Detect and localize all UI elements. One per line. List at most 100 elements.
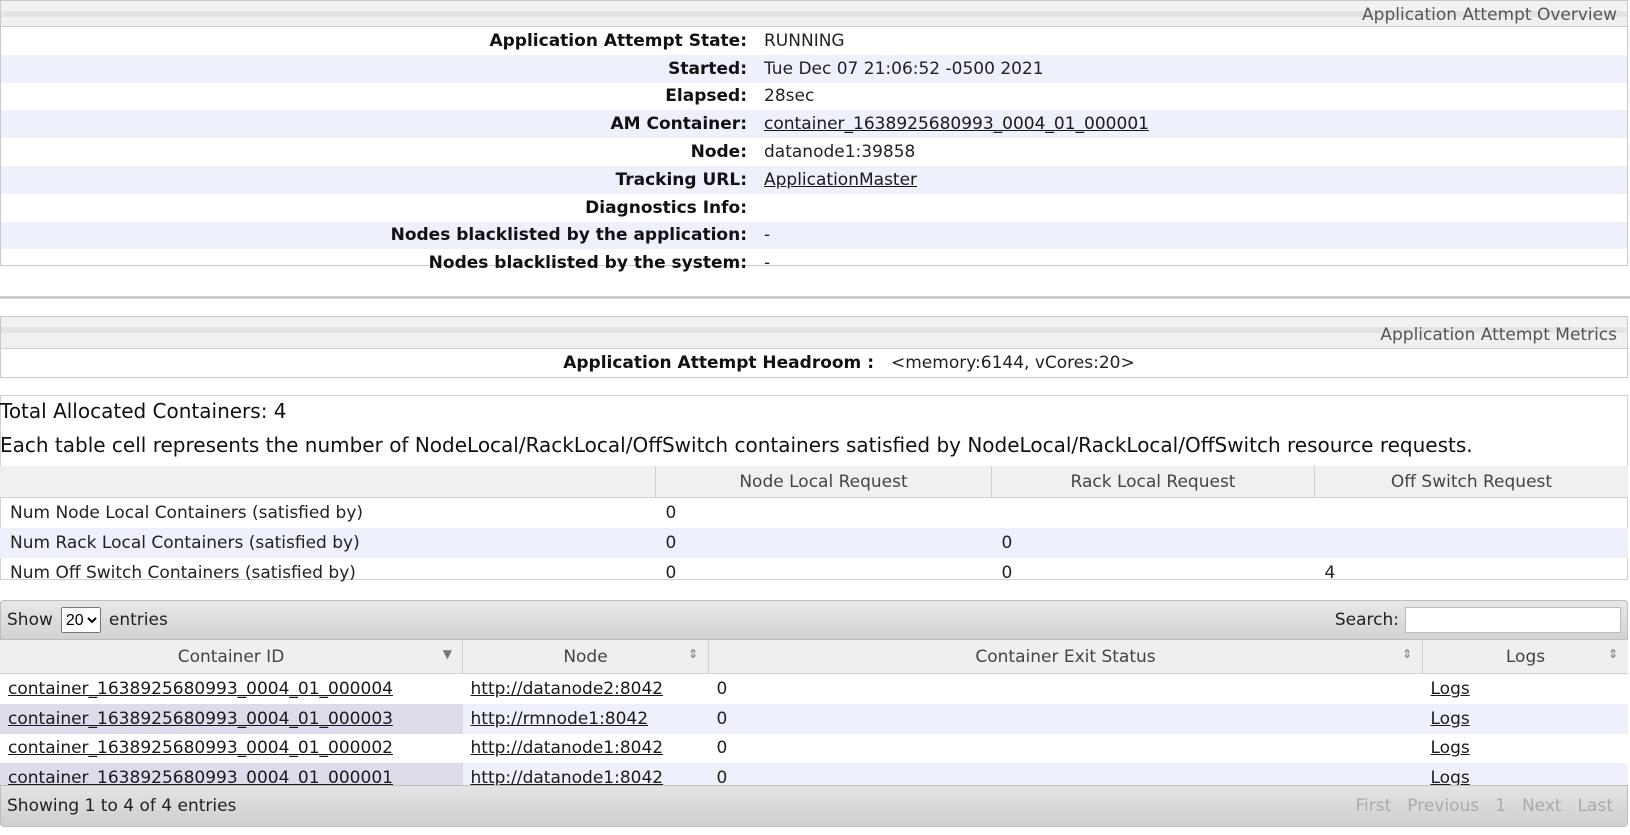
table-row: Num Rack Local Containers (satisfied by)… bbox=[0, 528, 1628, 558]
container-id-link[interactable]: container_1638925680993_0004_01_000003 bbox=[8, 709, 393, 729]
containers-header: Container ID ▼ Node ⇕ Container Exit Sta… bbox=[0, 640, 1628, 674]
info-label: Nodes blacklisted by the system: bbox=[428, 253, 747, 274]
header-label: Logs bbox=[1505, 646, 1546, 667]
overview-title: Application Attempt Overview bbox=[1, 1, 1627, 27]
attempt-metrics-panel: Application Attempt Metrics Application … bbox=[0, 316, 1628, 378]
overview-rows: Application Attempt State: RUNNING Start… bbox=[1, 27, 1627, 277]
elapsed-value: 28sec bbox=[764, 86, 815, 107]
row-label: Num Node Local Containers (satisfied by) bbox=[10, 503, 364, 523]
column-header: Rack Local Request bbox=[991, 466, 1315, 498]
table-row: Num Off Switch Containers (satisfied by)… bbox=[0, 558, 1628, 588]
info-row-blacklist-system: Nodes blacklisted by the system: - bbox=[1, 249, 1627, 277]
locality-table: Node Local Request Rack Local Request Of… bbox=[0, 466, 1628, 588]
page-number-button[interactable]: 1 bbox=[1487, 786, 1514, 826]
info-row-diagnostics: Diagnostics Info: bbox=[1, 194, 1627, 222]
container-id-link[interactable]: container_1638925680993_0004_01_000004 bbox=[8, 679, 393, 699]
info-label: Elapsed: bbox=[665, 86, 747, 107]
row-label: Num Rack Local Containers (satisfied by) bbox=[0, 528, 656, 558]
row-label: Num Off Switch Containers (satisfied by) bbox=[10, 563, 356, 583]
logs-link[interactable]: Logs bbox=[1431, 679, 1470, 699]
entries-label: entries bbox=[108, 610, 168, 630]
column-header bbox=[0, 466, 656, 498]
locality-header: Node Local Request Rack Local Request Of… bbox=[0, 466, 1628, 498]
exit-status: 0 bbox=[716, 678, 728, 699]
blacklist-system-value: - bbox=[764, 253, 771, 274]
show-label: Show bbox=[7, 610, 53, 630]
section-divider bbox=[0, 296, 1630, 299]
info-label: Application Attempt State: bbox=[489, 30, 747, 51]
containers-table: Container ID ▼ Node ⇕ Container Exit Sta… bbox=[0, 640, 1628, 794]
node-link[interactable]: http://datanode1:8042 bbox=[471, 738, 664, 758]
cell-value: 0 bbox=[655, 528, 992, 558]
header-node[interactable]: Node ⇕ bbox=[462, 640, 709, 674]
logs-link[interactable]: Logs bbox=[1431, 709, 1470, 729]
attempt-overview-panel: Application Attempt Overview Application… bbox=[0, 0, 1628, 273]
cell-value: 0 bbox=[1001, 563, 1013, 583]
node-link[interactable]: http://rmnode1:8042 bbox=[471, 709, 649, 729]
table-row: container_1638925680993_0004_01_000002 h… bbox=[0, 733, 1628, 764]
info-label: Node: bbox=[690, 142, 747, 163]
search-label: Search: bbox=[1334, 610, 1399, 630]
column-header: Node Local Request bbox=[655, 466, 992, 498]
cell-value bbox=[1314, 528, 1628, 558]
header-label: Node bbox=[563, 646, 608, 667]
sort-both-icon: ⇕ bbox=[687, 647, 698, 661]
sort-both-icon: ⇕ bbox=[1401, 647, 1412, 661]
exit-status: 0 bbox=[708, 703, 1423, 734]
first-page-button[interactable]: First bbox=[1348, 786, 1400, 826]
page-size-select[interactable]: 20 bbox=[60, 607, 101, 633]
metrics-title: Application Attempt Metrics bbox=[1, 317, 1627, 349]
cell-value bbox=[1315, 498, 1629, 529]
info-label: Tracking URL: bbox=[615, 169, 747, 190]
headroom-value: <memory:6144, vCores:20> bbox=[891, 353, 1135, 373]
info-label: Started: bbox=[668, 58, 747, 79]
exit-status: 0 bbox=[716, 738, 728, 759]
sort-both-icon: ⇕ bbox=[1607, 647, 1618, 661]
cell-value bbox=[992, 498, 1315, 529]
headroom-row: Application Attempt Headroom : <memory:6… bbox=[1, 349, 1627, 377]
logs-link[interactable]: Logs bbox=[1431, 738, 1470, 758]
datatable-toolbar: Show 20 entries Search: bbox=[0, 600, 1628, 640]
container-id-link[interactable]: container_1638925680993_0004_01_000002 bbox=[8, 738, 393, 758]
total-allocated: Total Allocated Containers: 4 bbox=[0, 399, 287, 423]
header-label: Container ID bbox=[177, 646, 285, 667]
datatable-footer: Showing 1 to 4 of 4 entries First Previo… bbox=[0, 785, 1628, 827]
column-header: Off Switch Request bbox=[1314, 466, 1628, 498]
info-label: AM Container: bbox=[610, 114, 748, 135]
info-row-started: Started: Tue Dec 07 21:06:52 -0500 2021 bbox=[1, 54, 1627, 83]
header-exit-status[interactable]: Container Exit Status ⇕ bbox=[708, 640, 1423, 674]
info-row-elapsed: Elapsed: 28sec bbox=[1, 83, 1627, 111]
last-page-button[interactable]: Last bbox=[1570, 786, 1621, 826]
started-value: Tue Dec 07 21:06:52 -0500 2021 bbox=[764, 58, 1044, 79]
info-label: Nodes blacklisted by the application: bbox=[390, 225, 747, 246]
search-input[interactable] bbox=[1405, 607, 1621, 633]
info-row-node: Node: datanode1:39858 bbox=[1, 138, 1627, 166]
previous-page-button[interactable]: Previous bbox=[1399, 786, 1487, 826]
header-label: Container Exit Status bbox=[975, 646, 1156, 667]
attempt-state-value: RUNNING bbox=[764, 30, 845, 51]
info-row-am-container: AM Container: container_1638925680993_00… bbox=[1, 110, 1627, 139]
blacklist-app-value: - bbox=[764, 225, 771, 246]
node-link[interactable]: http://datanode2:8042 bbox=[471, 679, 664, 699]
allocation-description: Each table cell represents the number of… bbox=[0, 433, 1473, 457]
table-info: Showing 1 to 4 of 4 entries bbox=[7, 796, 237, 816]
info-label: Diagnostics Info: bbox=[585, 197, 747, 218]
table-row: Num Node Local Containers (satisfied by)… bbox=[0, 498, 1628, 529]
cell-value: 0 bbox=[991, 528, 1315, 558]
cell-value: 0 bbox=[665, 503, 677, 523]
node-value: datanode1:39858 bbox=[764, 142, 916, 163]
info-row-tracking-url: Tracking URL: ApplicationMaster bbox=[1, 165, 1627, 194]
info-row-state: Application Attempt State: RUNNING bbox=[1, 27, 1627, 55]
search-box: Search: bbox=[1335, 607, 1621, 633]
tracking-url-link[interactable]: ApplicationMaster bbox=[764, 170, 917, 190]
am-container-link[interactable]: container_1638925680993_0004_01_000001 bbox=[764, 114, 1149, 134]
info-row-blacklist-app: Nodes blacklisted by the application: - bbox=[1, 221, 1627, 250]
sort-desc-icon: ▼ bbox=[442, 647, 452, 661]
table-row: container_1638925680993_0004_01_000004 h… bbox=[0, 673, 1628, 704]
table-row: container_1638925680993_0004_01_000003 h… bbox=[0, 703, 1628, 734]
next-page-button[interactable]: Next bbox=[1514, 786, 1570, 826]
header-logs[interactable]: Logs ⇕ bbox=[1422, 640, 1628, 674]
pagination: First Previous 1 Next Last bbox=[1348, 786, 1621, 826]
cell-value: 0 bbox=[665, 563, 677, 583]
header-container-id[interactable]: Container ID ▼ bbox=[0, 640, 463, 674]
